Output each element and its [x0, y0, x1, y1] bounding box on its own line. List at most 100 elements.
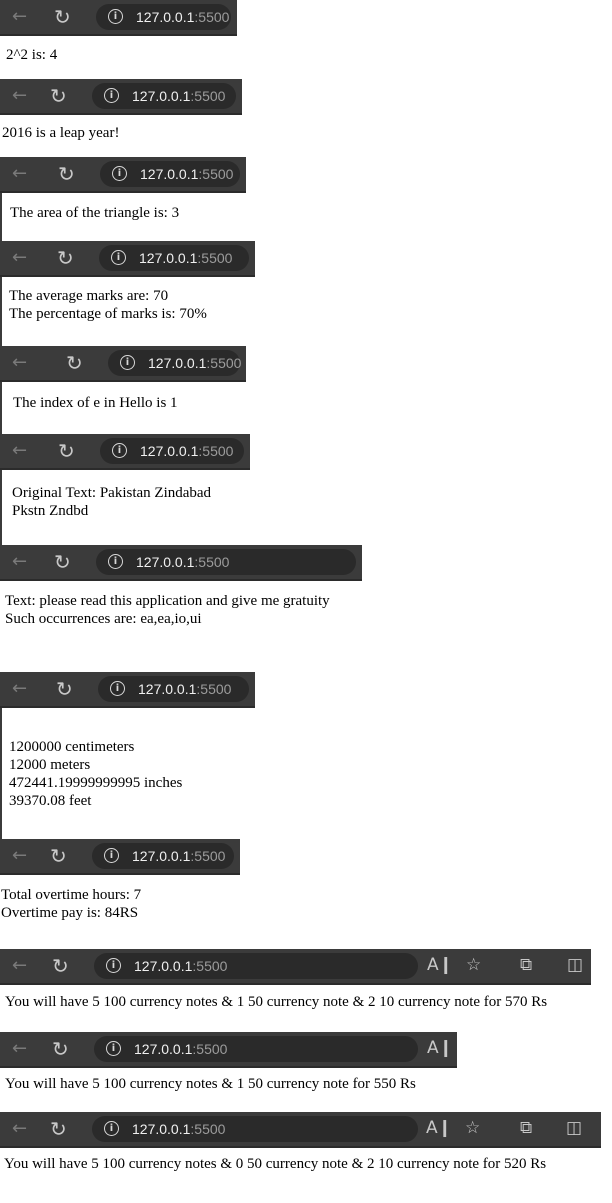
output-line: 2^2 is: 4	[6, 47, 58, 63]
star-icon[interactable]: ☆	[465, 1120, 480, 1137]
url-port: :5500	[194, 9, 230, 25]
reload-icon[interactable]: ↻	[54, 552, 71, 572]
url-text: 127.0.0.1:5500	[132, 1120, 225, 1138]
info-icon[interactable]: i	[108, 554, 123, 569]
address-bar[interactable]: i 127.0.0.1:5500	[100, 161, 240, 187]
address-bar[interactable]: i 127.0.0.1:5500	[100, 438, 244, 464]
info-icon[interactable]: i	[108, 9, 123, 24]
reload-icon[interactable]: ↻	[52, 1039, 69, 1059]
address-bar[interactable]: i 127.0.0.1:5500	[108, 350, 241, 376]
address-bar[interactable]: i 127.0.0.1:5500	[92, 83, 236, 109]
puzzle-icon[interactable]: ⧉	[520, 957, 532, 974]
split-screen-icon[interactable]: ◫	[567, 957, 583, 974]
reload-icon[interactable]: ↻	[50, 1119, 67, 1139]
arrow-left-icon[interactable]: ←	[12, 847, 27, 865]
url-text: 127.0.0.1:5500	[139, 249, 232, 267]
url-host: 127.0.0.1	[134, 1041, 193, 1057]
info-icon[interactable]: i	[106, 1041, 121, 1056]
arrow-left-icon[interactable]: ←	[12, 1040, 27, 1058]
output-line: The average marks are: 70	[9, 288, 169, 304]
output-line: 472441.19999999995 inches	[9, 775, 183, 791]
output-text: You will have 5 100 currency notes & 0 5…	[4, 1155, 546, 1173]
url-port: :5500	[206, 355, 242, 371]
arrow-left-icon[interactable]: ←	[12, 8, 27, 26]
arrow-left-icon[interactable]: ←	[12, 87, 27, 105]
reload-icon[interactable]: ↻	[52, 956, 69, 976]
arrow-left-icon[interactable]: ←	[12, 354, 27, 372]
reload-icon[interactable]: ↻	[50, 86, 67, 106]
address-bar[interactable]: i 127.0.0.1:5500	[98, 676, 249, 702]
arrow-left-icon[interactable]: ←	[12, 442, 27, 460]
output-line: You will have 5 100 currency notes & 0 5…	[4, 1156, 547, 1172]
url-text: 127.0.0.1:5500	[148, 354, 241, 372]
address-bar[interactable]: i 127.0.0.1:5500	[99, 245, 249, 271]
url-text: 127.0.0.1:5500	[140, 165, 233, 183]
reload-icon[interactable]: ↻	[54, 7, 71, 27]
url-text: 127.0.0.1:5500	[138, 680, 231, 698]
reload-icon[interactable]: ↻	[50, 846, 67, 866]
browser-toolbar: ← ↻ i 127.0.0.1:5500 A❙ ☆ ⧉ ◫	[0, 1112, 601, 1148]
output-line: 39370.08 feet	[9, 793, 92, 809]
address-bar[interactable]: i 127.0.0.1:5500	[96, 4, 231, 30]
url-host: 127.0.0.1	[132, 88, 191, 104]
url-port: :5500	[198, 443, 234, 459]
url-text: 127.0.0.1:5500	[132, 87, 225, 105]
arrow-left-icon[interactable]: ←	[12, 957, 27, 975]
arrow-left-icon[interactable]: ←	[12, 1120, 27, 1138]
reload-icon[interactable]: ↻	[58, 441, 75, 461]
output-line: The percentage of marks is: 70%	[9, 306, 207, 322]
info-icon[interactable]: i	[112, 166, 127, 181]
info-icon[interactable]: i	[110, 681, 125, 696]
arrow-left-icon[interactable]: ←	[12, 249, 27, 267]
info-icon[interactable]: i	[111, 250, 126, 265]
url-host: 127.0.0.1	[132, 848, 191, 864]
browser-toolbar: ← ↻ i 127.0.0.1:5500 A❙ ☆ ⧉ ◫	[0, 949, 591, 985]
puzzle-icon[interactable]: ⧉	[520, 1120, 532, 1137]
url-text: 127.0.0.1:5500	[134, 1040, 227, 1058]
url-port: :5500	[192, 958, 228, 974]
browser-toolbar: ← ↻ i 127.0.0.1:5500 A❙	[0, 1032, 457, 1068]
info-icon[interactable]: i	[104, 88, 119, 103]
address-bar[interactable]: i 127.0.0.1:5500	[94, 1036, 418, 1062]
output-text: 2016 is a leap year!	[2, 124, 119, 142]
output-line: 1200000 centimeters	[9, 739, 135, 755]
url-port: :5500	[194, 554, 230, 570]
output-text: The area of the triangle is: 3	[10, 204, 179, 222]
info-icon[interactable]: i	[120, 355, 135, 370]
info-icon[interactable]: i	[104, 1121, 119, 1136]
output-text: Text: please read this application and g…	[5, 592, 330, 628]
address-bar[interactable]: i 127.0.0.1:5500	[92, 1116, 418, 1142]
output-line: Overtime pay is: 84RS	[1, 905, 139, 921]
url-port: :5500	[197, 250, 233, 266]
url-text: 127.0.0.1:5500	[140, 442, 233, 460]
url-text: 127.0.0.1:5500	[132, 847, 225, 865]
reload-icon[interactable]: ↻	[66, 353, 83, 373]
arrow-left-icon[interactable]: ←	[12, 680, 27, 698]
reload-icon[interactable]: ↻	[58, 164, 75, 184]
output-text: Total overtime hours: 7 Overtime pay is: …	[1, 886, 141, 922]
output-text: Original Text: Pakistan Zindabad Pkstn Zn…	[12, 484, 211, 520]
url-host: 127.0.0.1	[132, 1121, 191, 1137]
output-text: 1200000 centimeters 12000 meters 472441.19…	[9, 738, 182, 810]
address-bar[interactable]: i 127.0.0.1:5500	[96, 549, 356, 575]
read-aloud-icon[interactable]: A❙	[427, 957, 453, 974]
browser-toolbar: ← ↻ i 127.0.0.1:5500	[0, 157, 246, 193]
url-port: :5500	[190, 1121, 226, 1137]
reload-icon[interactable]: ↻	[56, 679, 73, 699]
arrow-left-icon[interactable]: ←	[12, 165, 27, 183]
read-aloud-icon[interactable]: A❙	[426, 1120, 452, 1137]
info-icon[interactable]: i	[104, 848, 119, 863]
browser-toolbar: ← ↻ i 127.0.0.1:5500	[0, 346, 246, 382]
output-line: The area of the triangle is: 3	[10, 205, 180, 221]
reload-icon[interactable]: ↻	[57, 248, 74, 268]
url-port: :5500	[196, 681, 232, 697]
info-icon[interactable]: i	[112, 443, 127, 458]
output-line: You will have 5 100 currency notes & 1 5…	[5, 994, 548, 1010]
arrow-left-icon[interactable]: ←	[12, 553, 27, 571]
address-bar[interactable]: i 127.0.0.1:5500	[94, 953, 418, 979]
info-icon[interactable]: i	[106, 958, 121, 973]
read-aloud-icon[interactable]: A❙	[427, 1040, 453, 1057]
address-bar[interactable]: i 127.0.0.1:5500	[92, 843, 234, 869]
split-screen-icon[interactable]: ◫	[566, 1120, 582, 1137]
star-icon[interactable]: ☆	[466, 957, 481, 974]
